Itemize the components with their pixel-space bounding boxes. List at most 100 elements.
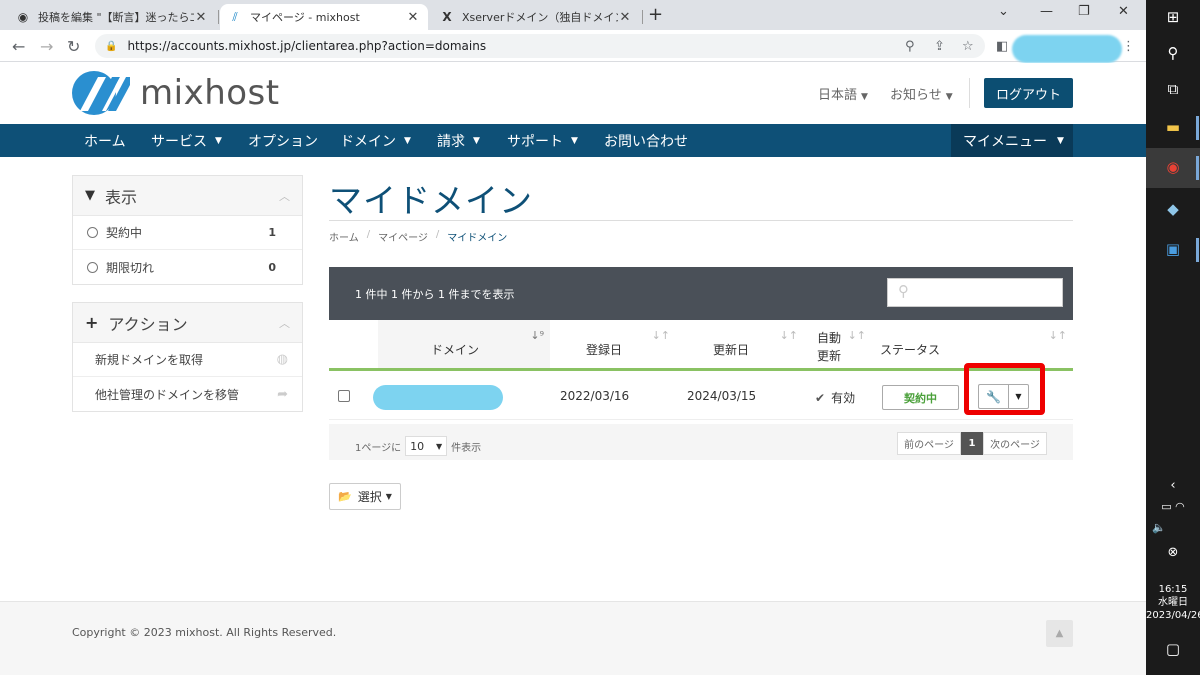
table-search-input[interactable]: ⚲ [887,278,1063,307]
per-page-select[interactable]: 10 ▼ [405,436,448,456]
chrome-icon[interactable]: ◉ [1146,158,1200,176]
breadcrumb-home[interactable]: ホーム [329,229,359,244]
current-page[interactable]: 1 [961,432,983,455]
table-header: ドメイン ↓⁹ 登録日 ↓↑ 更新日 ↓↑ 自動 更新 ↓↑ ステータス ↓↑ [329,320,1073,371]
tab-search-icon[interactable]: ⌄ [998,4,1009,19]
app-icon[interactable]: ◆ [1146,200,1200,218]
share-icon[interactable]: ⇪ [934,39,945,54]
zoom-search-icon[interactable]: ⚲ [905,39,915,54]
action-transfer-domain[interactable]: 他社管理のドメインを移管 ➦ [73,377,302,411]
forward-icon[interactable]: → [40,37,53,56]
clock-date: 2023/04/26 [1146,610,1200,621]
filter-expired[interactable]: 期限切れ 0 [73,250,302,284]
photos-icon[interactable]: ▣ [1146,240,1200,258]
close-tab-icon[interactable]: ✕ [406,10,420,25]
panel-header[interactable]: + アクション ︿ [73,303,302,343]
filter-active[interactable]: 契約中 1 [73,216,302,250]
th-auto-renew[interactable]: 自動 更新 ↓↑ [806,320,872,368]
restore-icon[interactable]: ❐ [1078,4,1090,19]
domain-name-redacted[interactable] [373,385,503,410]
radio-button[interactable] [87,227,98,238]
chevron-up-icon[interactable]: ︿ [279,315,290,331]
file-explorer-icon[interactable]: ▬ [1146,118,1200,136]
bookmark-star-icon[interactable]: ☆ [962,39,974,54]
mixhost-logo-icon [72,71,130,115]
th-status[interactable]: ステータス ↓↑ [872,320,1073,368]
reload-icon[interactable]: ↻ [67,37,80,56]
windows-start-icon[interactable]: ⊞ [1146,8,1200,26]
notification-icon[interactable]: ▢ [1146,640,1200,658]
browser-tab-2[interactable]: ⫽ マイページ - mixhost ✕ [220,4,428,30]
nav-domains[interactable]: ドメイン ▼ [340,124,411,157]
logout-button[interactable]: ログアウト [984,78,1073,108]
nav-billing[interactable]: 請求 ▼ [437,124,480,157]
show-hidden-icons[interactable]: ‹ [1146,478,1200,493]
table-footer: 1ページに 10 ▼ 件表示 前のページ 1 次のページ [329,424,1073,460]
nav-label: 請求 [437,133,465,150]
next-page-button[interactable]: 次のページ [983,432,1047,455]
mixhost-logo[interactable]: mixhost [72,71,280,115]
taskbar-clock[interactable]: 16:15 水曜日 2023/04/26 [1146,583,1200,622]
profile-avatar[interactable] [1012,35,1122,63]
nav-my-menu[interactable]: マイメニュー ▼ [951,124,1073,157]
auto-renew-value: ✔ 有効 [815,389,855,406]
address-bar[interactable]: 🔒 https://accounts.mixhost.jp/clientarea… [95,34,985,58]
taskbar-indicator [1196,156,1199,180]
close-tab-icon[interactable]: ✕ [618,10,632,25]
action-register-domain[interactable]: 新規ドメインを取得 ◍ [73,343,302,377]
browser-tab-1[interactable]: ◉ 投稿を編集 "【断言】迷ったらエックス ✕ [8,4,216,30]
back-to-top-button[interactable]: ▲ [1046,620,1073,647]
sort-icon: ↓↑ [779,329,798,342]
caret-down-icon: ▼ [385,492,392,501]
x-logo-icon: X [442,10,452,24]
filter-label: 契約中 [106,226,143,240]
language-dropdown[interactable]: 日本語 ▼ [818,84,868,103]
table-info: 1 件中 1 件から 1 件までを表示 [355,288,515,301]
nav-home[interactable]: ホーム [84,124,126,157]
column-label: 自動 [817,331,842,345]
lock-icon: 🔒 [105,40,118,52]
manage-wrench-button[interactable]: 🔧 [978,384,1008,409]
side-panel-icon[interactable]: ◧ [996,39,1008,54]
minimize-icon[interactable]: — [1040,4,1053,19]
breadcrumb-mypage[interactable]: マイページ [378,229,428,244]
filter-count: 1 [268,226,276,239]
close-circle-icon[interactable]: ⊗ [1146,545,1200,560]
chevron-up-icon[interactable]: ︿ [279,188,290,204]
nav-options[interactable]: オプション [248,124,318,157]
manage-dropdown-button[interactable]: ▼ [1008,384,1029,409]
browser-tab-3[interactable]: X Xserverドメイン（独自ドメイン）移管 ✕ [432,4,640,30]
notifications-dropdown[interactable]: お知らせ ▼ [890,84,953,103]
back-icon[interactable]: ← [12,37,25,56]
panel-title: アクション [108,314,188,334]
panel-header[interactable]: ▼ 表示 ︿ [73,176,302,216]
radio-button[interactable] [87,261,98,273]
action-label: 他社管理のドメインを移管 [95,387,240,402]
nav-services[interactable]: サービス ▼ [151,124,222,157]
new-tab-icon[interactable]: + [648,4,663,25]
th-renewal[interactable]: 更新日 ↓↑ [678,320,806,368]
close-tab-icon[interactable]: ✕ [194,10,208,25]
chevron-down-icon: ▼ [436,441,443,451]
row-checkbox[interactable] [338,390,350,402]
th-registered[interactable]: 登録日 ↓↑ [550,320,678,368]
battery-wifi-icon[interactable]: ▭ ◠ [1146,500,1200,513]
url-text: https://accounts.mixhost.jp/clientarea.p… [127,39,487,53]
bulk-select-button[interactable]: 📂 選択 ▼ [329,483,401,510]
tab-divider [218,10,219,24]
close-window-icon[interactable]: ✕ [1118,4,1129,19]
globe-icon: ◍ [276,352,288,367]
nav-contact[interactable]: お問い合わせ [604,124,688,157]
task-view-icon[interactable]: ⧉ [1146,80,1200,98]
main-nav: ホーム サービス ▼ オプション ドメイン ▼ 請求 ▼ サポート ▼ お問い合わせ マ… [0,124,1146,157]
clock-weekday: 水曜日 [1158,597,1188,608]
browser-menu-icon[interactable]: ⋮ [1122,39,1135,54]
table-toolbar: 1 件中 1 件から 1 件までを表示 ⚲ [329,267,1073,320]
search-icon[interactable]: ⚲ [1146,44,1200,62]
site-header: mixhost 日本語 ▼ お知らせ ▼ ログアウト [0,63,1146,124]
volume-icon[interactable]: 🔈 [1146,521,1200,534]
nav-support[interactable]: サポート ▼ [507,124,578,157]
th-domain[interactable]: ドメイン ↓⁹ [378,320,550,368]
filter-count: 0 [268,260,276,274]
prev-page-button[interactable]: 前のページ [897,432,961,455]
